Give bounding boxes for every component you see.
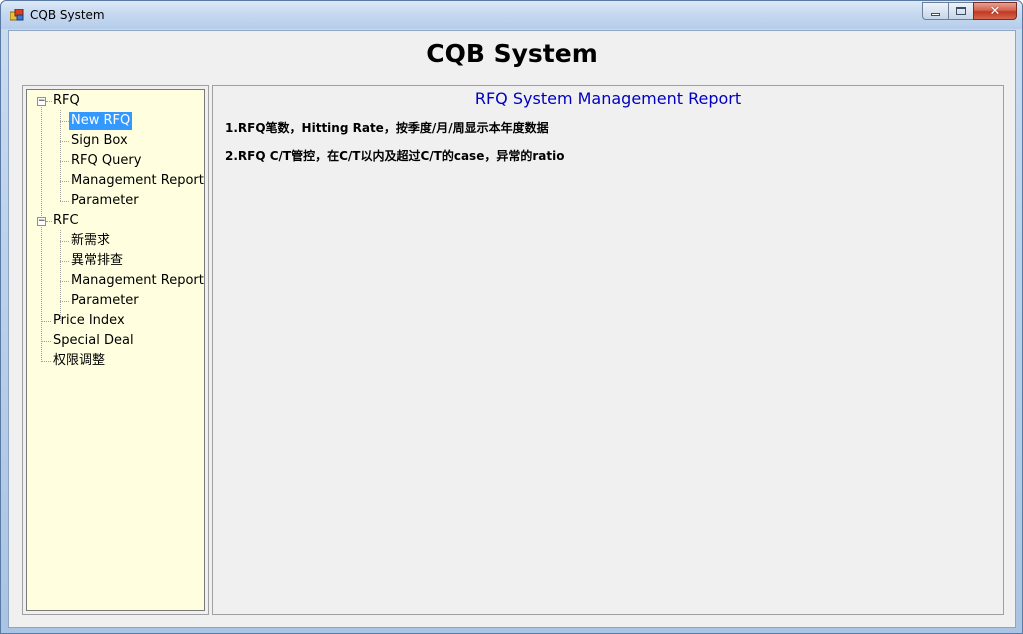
- tree-node-rfq[interactable]: RFQ: [51, 92, 82, 112]
- window-title: CQB System: [30, 8, 105, 22]
- tree-node-label: Parameter: [71, 193, 139, 208]
- tree-connector: [60, 301, 69, 302]
- tree-node-label: Special Deal: [53, 333, 134, 348]
- app-window: CQB System ✕ CQB System − − RFQ New RFQ …: [0, 0, 1023, 634]
- report-title: RFQ System Management Report: [474, 89, 742, 108]
- tree-node-sign-box[interactable]: Sign Box: [69, 132, 130, 152]
- app-icon: [10, 9, 24, 21]
- tree-node-label: Management Report: [71, 173, 204, 188]
- tree-node-permissions[interactable]: 权限调整: [51, 352, 107, 372]
- tree-node-rfc[interactable]: RFC: [51, 212, 81, 232]
- maximize-button[interactable]: [948, 2, 973, 20]
- close-button[interactable]: ✕: [973, 2, 1017, 20]
- tree-node-anomaly-check[interactable]: 異常排查: [69, 252, 125, 272]
- tree-node-new-rfq[interactable]: New RFQ: [69, 112, 133, 132]
- tree-node-price-index[interactable]: Price Index: [51, 312, 127, 332]
- tree-connector: [60, 141, 69, 142]
- tree-connector: [60, 110, 61, 201]
- tree-connector: [41, 361, 51, 362]
- minimize-button[interactable]: [922, 2, 948, 20]
- page-title: CQB System: [426, 39, 598, 68]
- tree-connector: [41, 341, 51, 342]
- tree-connector: [60, 241, 69, 242]
- tree-node-rfc-parameter[interactable]: Parameter: [69, 292, 141, 312]
- tree-node-label: Sign Box: [71, 133, 128, 148]
- tree-node-label: Price Index: [53, 313, 125, 328]
- tree-connector: [60, 161, 69, 162]
- tree-node-label: New RFQ: [69, 112, 133, 130]
- report-description-line: 2.RFQ C/T管控，在C/T以内及超过C/T的case，异常的ratio: [225, 149, 565, 163]
- close-icon: ✕: [989, 3, 1001, 19]
- tree-node-rfc-management-report[interactable]: Management Report: [69, 272, 204, 292]
- tree-node-label: RFQ Query: [71, 153, 142, 168]
- collapse-rfc-icon[interactable]: −: [37, 217, 46, 226]
- tree-node-rfq-parameter[interactable]: Parameter: [69, 192, 141, 212]
- tree-connector: [60, 201, 69, 202]
- report-panel: RFQ System Management Report 1.RFQ笔数，Hit…: [212, 85, 1004, 615]
- tree-node-rfq-management-report[interactable]: Management Report: [69, 172, 204, 192]
- tree-node-label: RFC: [53, 213, 79, 228]
- report-description-line: 1.RFQ笔数，Hitting Rate，按季度/月/周显示本年度数据: [225, 121, 549, 135]
- tree-connector: [41, 321, 51, 322]
- tree-connector: [60, 261, 69, 262]
- tree-node-label: 新需求: [71, 233, 111, 248]
- minimize-icon: [931, 12, 940, 16]
- tree-connector: [60, 281, 69, 282]
- window-controls: ✕: [922, 2, 1017, 21]
- tree-connector: [60, 181, 69, 182]
- tree-node-label: Management Report: [71, 273, 204, 288]
- tree-connector: [60, 230, 61, 321]
- navigation-panel: − − RFQ New RFQ Sign Box RFQ Query Manag…: [22, 85, 209, 615]
- tree-node-label: 权限调整: [53, 353, 106, 368]
- tree-node-label: 異常排查: [71, 253, 124, 268]
- tree-node-rfq-query[interactable]: RFQ Query: [69, 152, 143, 172]
- tree-node-label: Parameter: [71, 293, 139, 308]
- tree-node-new-requirement[interactable]: 新需求: [69, 232, 112, 252]
- collapse-rfq-icon[interactable]: −: [37, 97, 46, 106]
- main-form: CQB System − − RFQ New RFQ Sign Box RFQ …: [8, 30, 1016, 628]
- title-bar[interactable]: CQB System ✕: [1, 1, 1022, 29]
- tree-node-label: RFQ: [53, 93, 80, 108]
- maximize-icon: [956, 7, 966, 15]
- tree-connector: [60, 121, 69, 122]
- navigation-tree[interactable]: − − RFQ New RFQ Sign Box RFQ Query Manag…: [26, 89, 205, 611]
- tree-connector: [41, 107, 42, 362]
- tree-node-special-deal[interactable]: Special Deal: [51, 332, 136, 352]
